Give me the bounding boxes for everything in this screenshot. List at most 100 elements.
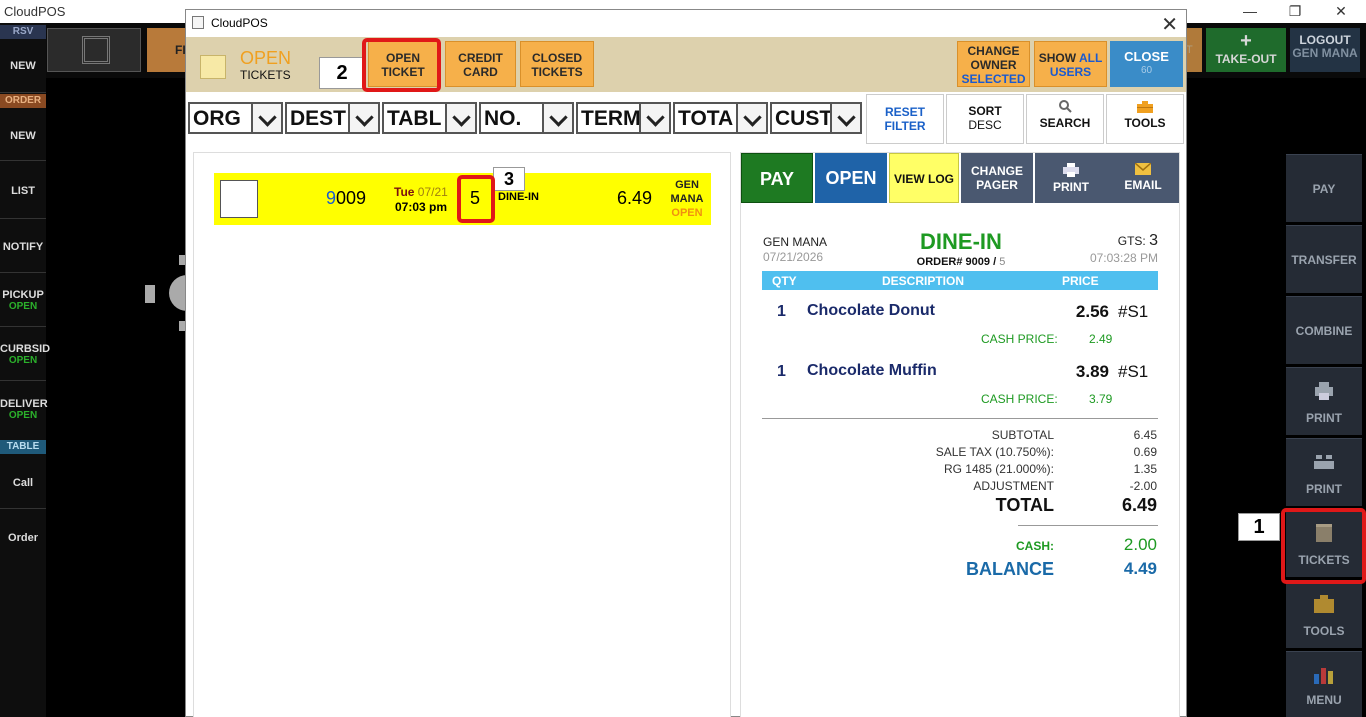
combine-label: COMBINE (1295, 324, 1353, 338)
logo[interactable] (47, 28, 141, 72)
number-filter-select[interactable]: NO. (479, 102, 574, 134)
ticket-user-1: GEN (675, 179, 699, 191)
logout-user: GEN MANA (1292, 46, 1358, 60)
rsv-header: RSV (0, 25, 46, 39)
show-all-users-button[interactable]: SHOW ALL USERS (1034, 41, 1107, 87)
detail-print-label: PRINT (1053, 180, 1089, 194)
notify-button[interactable]: NOTIFY (0, 221, 46, 273)
right-tools-button[interactable]: TOOLS (1286, 580, 1362, 648)
change-owner-button[interactable]: CHANGE OWNER SELECTED (957, 41, 1030, 87)
step-3-highlight (457, 175, 495, 223)
search-button[interactable]: SEARCH (1026, 94, 1104, 144)
right-sidebar: PAY TRANSFER COMBINE PRINT PRINT TICKETS… (1286, 154, 1366, 717)
right-print-button[interactable]: PRINT (1286, 367, 1362, 435)
terminal-filter-select[interactable]: TERM (576, 102, 671, 134)
closed-tickets-label-2: TICKETS (531, 65, 583, 79)
show-all-label-3: USERS (1049, 65, 1092, 79)
rsv-new-button[interactable]: NEW (0, 43, 46, 93)
closed-tickets-button[interactable]: CLOSED TICKETS (520, 41, 594, 87)
credit-card-button[interactable]: CREDIT CARD (445, 41, 516, 87)
email-label: EMAIL (1124, 178, 1162, 192)
detail-gts: GTS: 3 (1061, 232, 1158, 250)
detail-print-button[interactable]: PRINT (1035, 153, 1107, 203)
menu-button[interactable]: MENU (1286, 651, 1362, 717)
combine-button[interactable]: COMBINE (1286, 296, 1362, 364)
view-log-button[interactable]: VIEW LOG (889, 153, 959, 203)
gts-label: GTS: (1117, 234, 1146, 248)
ticket-number-first: 9 (326, 188, 337, 208)
tools-button[interactable]: TOOLS (1106, 94, 1184, 144)
email-button[interactable]: EMAIL (1107, 153, 1179, 203)
ticket-list: 9009 Tue 07/21 07:03 pm 5 DINE-IN 6.49 G… (193, 152, 731, 717)
dialog-toolbar: OPEN TICKETS 2 OPEN TICKET CREDIT CARD C… (186, 37, 1186, 92)
customer-filter-select[interactable]: CUST (770, 102, 862, 134)
header-tickets-text: TICKETS (240, 68, 291, 82)
curbside-button[interactable]: CURBSID OPEN (0, 329, 50, 381)
reset-label-1: RESET (884, 105, 925, 119)
org-filter-select[interactable]: ORG (188, 102, 283, 134)
chevron-down-icon (348, 104, 378, 132)
adjustment-value: -2.00 (1129, 479, 1157, 493)
ticket-status: OPEN (671, 207, 703, 219)
detail-order-number: ORDER# 9009 / 5 (871, 256, 1051, 268)
credit-card-label-2: CARD (463, 65, 498, 79)
kitchen-printer-icon (1314, 455, 1334, 469)
logout-button[interactable]: LOGOUT GEN MANA (1290, 28, 1360, 72)
detail-pay-button[interactable]: PAY (741, 153, 813, 203)
total-label: TOTAL (995, 495, 1054, 515)
open-tickets-dialog: CloudPOS ✕ OPEN TICKETS 2 OPEN TICKET CR… (185, 9, 1187, 717)
transfer-button[interactable]: TRANSFER (1286, 225, 1362, 293)
order-header: ORDER (0, 94, 46, 108)
table-filter-select[interactable]: TABL (382, 102, 477, 134)
restore-button[interactable]: ❐ (1272, 0, 1318, 23)
change-pager-label-1: CHANGE (970, 164, 1023, 178)
dialog-close-button[interactable]: CLOSE 60 (1110, 41, 1183, 87)
take-out-button[interactable]: + TAKE-OUT (1206, 28, 1286, 72)
change-pager-button[interactable]: CHANGE PAGER (961, 153, 1033, 203)
bg-orange-right-button[interactable]: T (1186, 28, 1202, 72)
delivery-button[interactable]: DELIVER OPEN (0, 384, 48, 434)
background-table-icon (145, 255, 187, 331)
ticket-day: Tue 07/21 (394, 185, 448, 199)
dest-filter-select[interactable]: DEST (285, 102, 380, 134)
search-label: SEARCH (1039, 116, 1091, 130)
order-number: 9009 (965, 256, 991, 268)
order-table: 5 (999, 256, 1006, 268)
terminal-filter-value: TERM (581, 107, 641, 130)
sort-desc-button[interactable]: SORT DESC (946, 94, 1024, 144)
header-open-text: OPEN (240, 48, 292, 68)
chevron-down-icon (639, 104, 669, 132)
dest-filter-value: DEST (290, 107, 347, 130)
plus-icon: + (1240, 30, 1252, 52)
ticket-select-checkbox[interactable] (220, 180, 258, 218)
menu-label: MENU (1306, 693, 1342, 707)
minimize-button[interactable]: — (1227, 0, 1273, 23)
right-print2-button[interactable]: PRINT (1286, 438, 1362, 506)
call-button[interactable]: Call (0, 457, 46, 509)
table-header: TABLE (0, 440, 46, 454)
ticket-weekday: Tue (394, 185, 415, 199)
credit-card-label-1: CREDIT (458, 51, 503, 65)
pickup-button[interactable]: PICKUP OPEN (0, 275, 46, 327)
bg-orange-button[interactable]: FI (147, 28, 187, 72)
ticket-number-rest: 009 (336, 188, 367, 208)
dialog-close-icon[interactable]: ✕ (1161, 12, 1178, 37)
right-pay-button[interactable]: PAY (1286, 154, 1362, 222)
reset-filter-button[interactable]: RESET FILTER (866, 94, 944, 144)
order-button[interactable]: Order (0, 511, 46, 565)
toolbox-icon (1137, 101, 1153, 113)
printer-icon (1063, 163, 1079, 177)
app-close-button[interactable]: ✕ (1318, 0, 1364, 23)
change-pager-label-2: PAGER (976, 178, 1018, 192)
curbside-status: OPEN (8, 355, 38, 366)
detail-open-button[interactable]: OPEN (815, 153, 887, 203)
item-seat: #S1 (1118, 302, 1149, 321)
balance-value: 4.49 (1123, 559, 1157, 578)
list-button[interactable]: LIST (0, 163, 46, 219)
order-new-button[interactable]: NEW (0, 111, 46, 161)
total-filter-select[interactable]: TOTA (673, 102, 768, 134)
col-qty: QTY (772, 274, 797, 288)
step-1-label: 1 (1238, 513, 1280, 541)
step-3-label: 3 (493, 167, 525, 191)
cash-label: CASH: (1016, 539, 1054, 553)
